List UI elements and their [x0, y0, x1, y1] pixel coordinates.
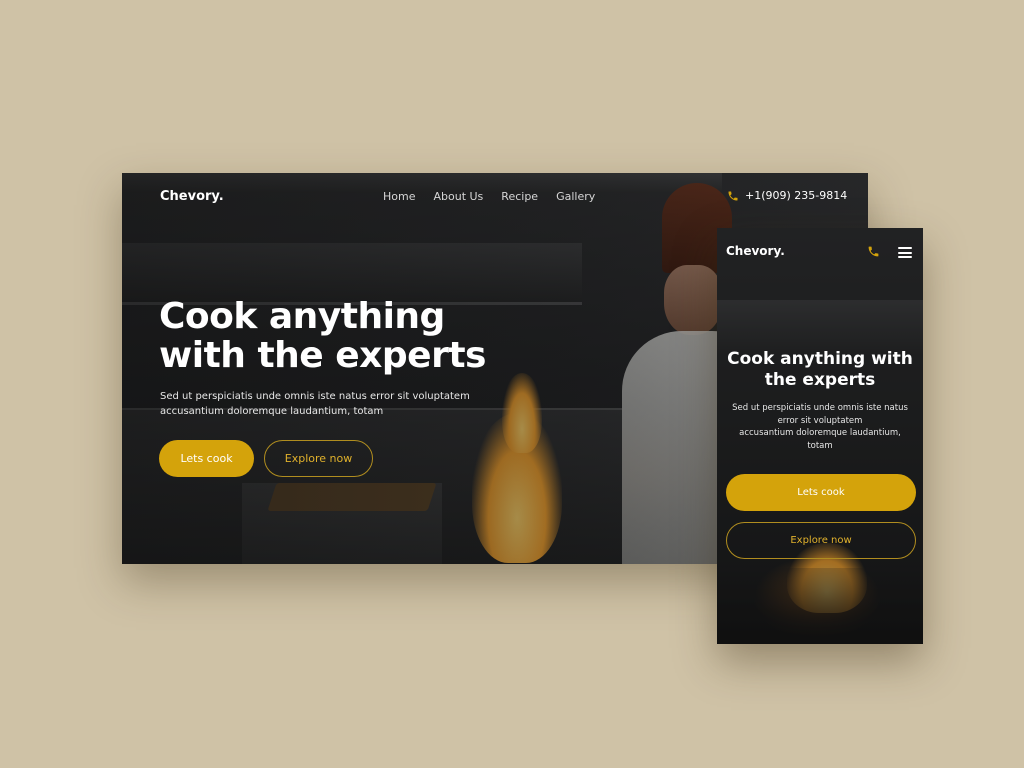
hero-subtitle-line: Sed ut perspiciatis unde omnis iste natu…: [160, 391, 470, 402]
nav-item-home[interactable]: Home: [383, 190, 415, 203]
hero-subtitle-line: accusantium doloremque laudantium, totam: [160, 406, 384, 417]
nav-item-gallery[interactable]: Gallery: [556, 190, 595, 203]
phone-icon[interactable]: [867, 245, 880, 258]
hamburger-menu-icon[interactable]: [898, 247, 912, 258]
phone-icon: [728, 191, 738, 200]
explore-now-button[interactable]: Explore now: [264, 440, 373, 477]
hero-subtitle: Sed ut perspiciatis unde omnis iste natu…: [731, 402, 909, 452]
hero-subtitle: Sed ut perspiciatis unde omnis iste natu…: [160, 389, 480, 419]
hero-title-line: the experts: [764, 370, 876, 390]
brand-logo[interactable]: Chevory.: [726, 244, 785, 258]
nav-item-about-us[interactable]: About Us: [433, 190, 483, 203]
hero-subtitle-line: totam: [807, 440, 833, 451]
brand-logo[interactable]: Chevory.: [160, 189, 224, 204]
mobile-mockup: Chevory. Cook anything with the experts …: [717, 228, 923, 644]
hero-title-line: Cook anything with: [727, 349, 913, 369]
hero-title-line: Cook anything: [159, 296, 445, 337]
hero-subtitle-line: accusantium doloremque laudantium,: [739, 428, 901, 438]
lets-cook-button[interactable]: Lets cook: [726, 474, 916, 511]
hero-title: Cook anything with the experts: [159, 297, 559, 375]
phone-contact[interactable]: +1(909) 235-9814: [727, 189, 847, 202]
hero-subtitle-line: Sed ut perspiciatis unde omnis iste natu…: [732, 403, 908, 413]
nav-item-recipe[interactable]: Recipe: [501, 190, 538, 203]
hero-subtitle-line: error sit voluptatem: [777, 415, 863, 426]
phone-number: +1(909) 235-9814: [745, 189, 848, 202]
hero-title: Cook anything with the experts: [721, 349, 919, 391]
explore-now-button[interactable]: Explore now: [726, 522, 916, 559]
hero-title-line: with the experts: [159, 335, 486, 376]
lets-cook-button[interactable]: Lets cook: [159, 440, 254, 477]
main-nav: Home About Us Recipe Gallery: [383, 190, 595, 203]
